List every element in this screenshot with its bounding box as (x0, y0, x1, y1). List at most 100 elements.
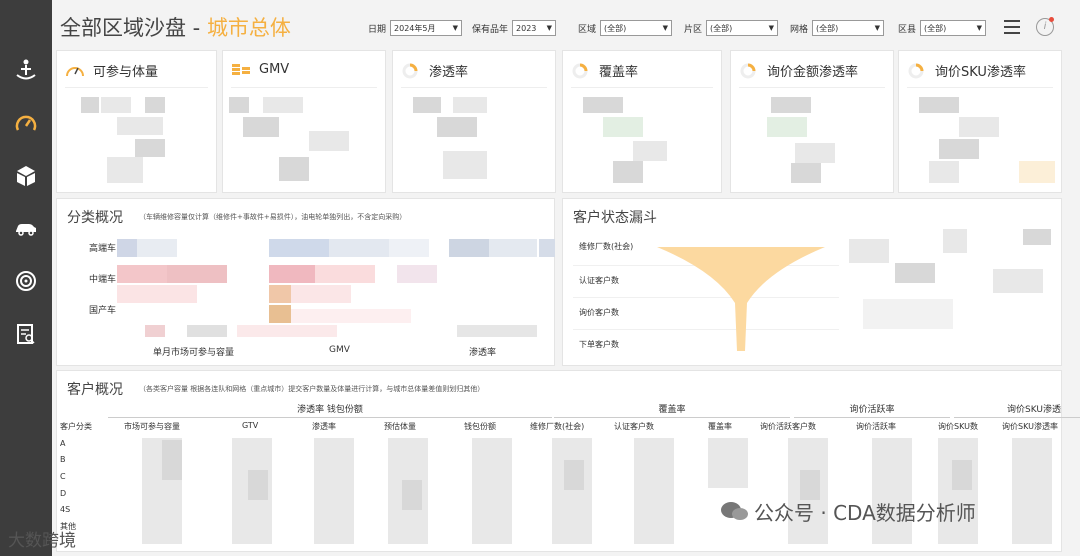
heatmap-cell (145, 325, 165, 337)
heatmap-cell (315, 265, 375, 283)
heatmap-cell (187, 325, 227, 337)
col-header: 钱包份额 (464, 422, 496, 431)
row-label: A (60, 439, 66, 448)
heatmap-cell (329, 239, 389, 257)
gauge-icon[interactable] (10, 108, 42, 140)
funnel-stage: 认证客户数 (579, 276, 619, 285)
watermark-right: 公众号 · CDA数据分析师 (754, 501, 976, 525)
gauge-small-icon (66, 66, 84, 76)
kpi-label: 覆盖率 (599, 65, 639, 80)
kpi-card-penetration[interactable]: 渗透率 (392, 50, 556, 193)
kpi-card-volume[interactable]: 可参与体量 (56, 50, 217, 193)
row-label-mid: 中端车 (89, 275, 117, 285)
row-label: D (60, 489, 67, 498)
date-select[interactable]: 2024年5月 ▼ (390, 20, 463, 36)
heatmap-cell (117, 285, 197, 303)
donut-icon (572, 63, 588, 78)
heatmap-cell (167, 265, 227, 283)
anchor-person-icon[interactable] (10, 54, 42, 86)
heatmap-cell (389, 239, 429, 257)
district-select[interactable]: (全部) ▼ (706, 20, 779, 36)
filter-county: 区县 (全部) ▼ (898, 20, 987, 36)
row-label: C (60, 472, 66, 481)
funnel-stage: 下单客户数 (579, 340, 619, 349)
kpi-label: 可参与体量 (93, 65, 159, 80)
heatmap-cell (291, 285, 351, 303)
funnel-stage: 询价客户数 (579, 308, 619, 317)
kpi-label: 渗透率 (429, 65, 469, 80)
kpi-label: 询价SKU渗透率 (935, 65, 1026, 80)
col-label-gmv: GMV (329, 345, 350, 355)
col-header: 认证客户数 (614, 422, 654, 431)
heatmap-cell (117, 265, 167, 283)
kpi-card-coverage[interactable]: 覆盖率 (562, 50, 722, 193)
group-header-penetration: 渗透率 钱包份额 (108, 402, 552, 418)
col-header: 市场可参与容量 (124, 422, 180, 431)
heatmap-cell (291, 309, 411, 323)
kpi-label: GMV (259, 61, 290, 77)
box-icon[interactable] (10, 160, 42, 192)
region-select[interactable]: (全部) ▼ (600, 20, 673, 36)
filter-date: 日期 2024年5月 ▼ (368, 20, 463, 36)
filter-region: 区域 (全部) ▼ (578, 20, 673, 36)
row-label-high: 高端车 (89, 244, 117, 254)
filter-district: 片区 (全部) ▼ (684, 20, 779, 36)
donut-icon (908, 63, 924, 78)
group-header-inquiry-active: 询价活跃率 (794, 402, 950, 418)
col-label-penetration: 渗透率 (469, 348, 497, 358)
watermark-left: 大数跨境 (8, 531, 76, 551)
col-header: 覆盖率 (708, 422, 732, 431)
customer-overview-title: 客户概况 (67, 382, 123, 398)
heatmap-cell (397, 265, 437, 283)
col-header: 询价活跃率 (856, 422, 896, 431)
row-label: 4S (60, 505, 71, 514)
col-header: 询价SKU数 (938, 422, 978, 431)
col-header: GTV (242, 421, 259, 430)
notification-dot (1049, 17, 1054, 22)
menu-icon[interactable] (1004, 20, 1020, 34)
category-overview-title: 分类概况 (67, 210, 123, 226)
group-header-inquiry-sku: 询价SKU渗透 (954, 402, 1080, 418)
year-select[interactable]: 2023 ▼ (512, 20, 557, 36)
coins-icon (232, 64, 250, 75)
grid-select[interactable]: (全部) ▼ (812, 20, 885, 36)
heatmap-cell (269, 305, 291, 323)
col-header: 询价SKU渗透率 (1002, 422, 1058, 431)
group-header-coverage: 覆盖率 (554, 402, 790, 418)
heatmap-cell (237, 325, 337, 337)
funnel-chart (657, 247, 825, 351)
row-label: B (60, 455, 66, 464)
wechat-icon (721, 502, 748, 520)
page-title: 全部区域沙盘 - 城市总体 (60, 16, 291, 40)
heatmap-cell (269, 265, 315, 283)
kpi-label: 询价金额渗透率 (767, 65, 859, 80)
heatmap-cell (117, 239, 137, 257)
kpi-card-inquiry-amount[interactable]: 询价金额渗透率 (730, 50, 894, 193)
col-header: 渗透率 (312, 422, 336, 431)
kpi-card-inquiry-sku[interactable]: 询价SKU渗透率 (898, 50, 1062, 193)
category-overview-subtitle: （车辆维修容量仅计算（维修件+事故件+易损件），油电轮单独列出，不含定向采购） (139, 213, 407, 221)
filter-year: 保有品年 2023 ▼ (472, 20, 557, 36)
heatmap-cell (457, 325, 537, 337)
heatmap-cell (449, 239, 489, 257)
funnel-panel: 客户状态漏斗 维修厂数(社会) 认证客户数 询价客户数 下单客户数 (562, 198, 1062, 366)
sidebar (0, 0, 52, 556)
funnel-stage: 维修厂数(社会) (579, 242, 634, 251)
report-icon[interactable] (10, 318, 42, 350)
donut-icon (402, 63, 418, 78)
car-icon[interactable] (10, 212, 42, 244)
col-header: 维修厂数(社会) (530, 422, 585, 431)
col-header: 预估体量 (384, 422, 416, 431)
heatmap-cell (269, 239, 329, 257)
kpi-card-gmv[interactable]: GMV (222, 50, 386, 193)
target-icon[interactable] (10, 265, 42, 297)
heatmap-cell (539, 239, 555, 257)
col-label-volume: 单月市场可参与容量 (153, 348, 235, 358)
heatmap-cell (269, 285, 291, 303)
col-header: 客户分类 (60, 422, 92, 431)
category-overview-panel: 分类概况 （车辆维修容量仅计算（维修件+事故件+易损件），油电轮单独列出，不含定… (56, 198, 555, 366)
county-select[interactable]: (全部) ▼ (920, 20, 987, 36)
heatmap-cell (489, 239, 537, 257)
customer-overview-subtitle: （各类客户容量 根据各连队和网格（重点城市）提交客户数量及体量进行计算，与城市总… (139, 385, 485, 393)
heatmap-cell (137, 239, 177, 257)
